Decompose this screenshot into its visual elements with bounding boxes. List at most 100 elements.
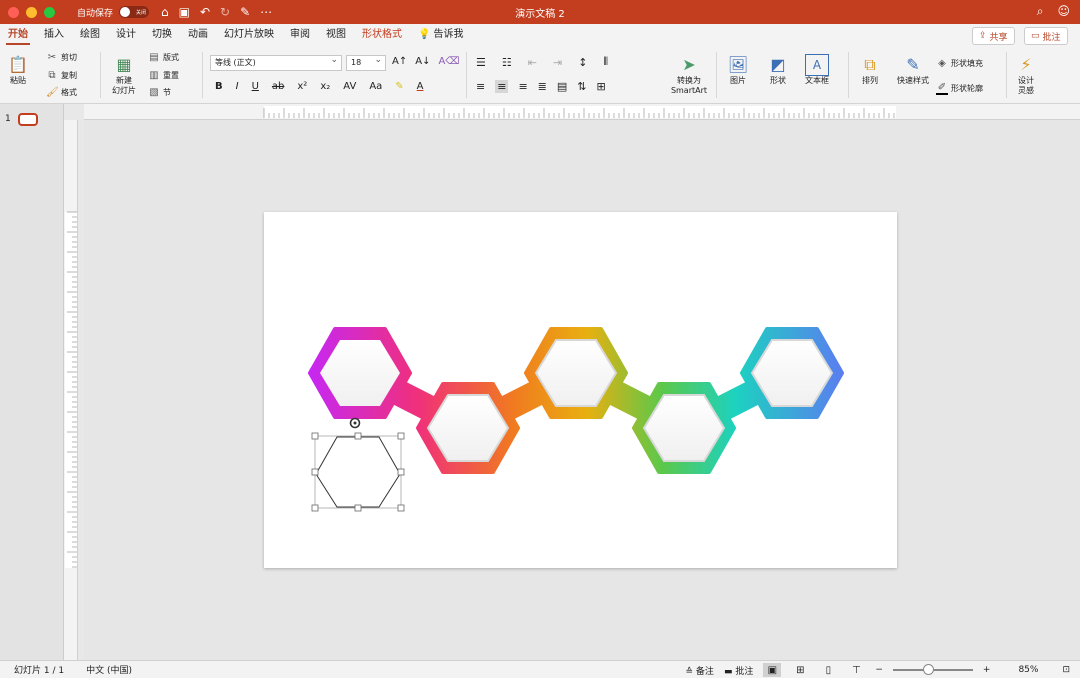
textbox-button[interactable]: A 文本框 — [805, 54, 829, 86]
shrink-font-icon[interactable]: A↓ — [415, 56, 430, 67]
tab-design[interactable]: 设计 — [108, 24, 144, 46]
reading-view-button[interactable]: ▯ — [819, 663, 837, 677]
columns-icon[interactable]: ⫴ — [603, 55, 608, 69]
tab-home[interactable]: 开始 — [0, 24, 36, 46]
reset-label: 重置 — [163, 71, 179, 80]
format-painter-button[interactable]: 🖌 格式 — [46, 87, 77, 98]
share-icon: ⇪ — [979, 31, 987, 41]
slide-number: 1 — [5, 114, 11, 124]
decrease-indent-icon[interactable]: ⇤ — [528, 56, 537, 69]
home-icon[interactable]: ⌂ — [161, 5, 169, 19]
slideshow-button[interactable]: ⊤ — [847, 663, 865, 677]
status-bar: 幻灯片 1 / 1 中文 (中国) ≙ 备注 ▬ 批注 ▣ ⊞ ▯ ⊤ − + … — [0, 660, 1080, 678]
notes-button[interactable]: ≙ 备注 — [686, 664, 714, 677]
char-spacing-icon[interactable]: AV — [343, 81, 356, 92]
slide-sorter-button[interactable]: ⊞ — [791, 663, 809, 677]
pen-icon: ✐ — [936, 82, 948, 95]
autosave-toggle[interactable]: 关闭 — [119, 6, 150, 18]
text-direction-icon[interactable]: ⇅ — [577, 80, 586, 93]
align-right-icon[interactable]: ≡ — [518, 80, 527, 93]
tab-shape-format[interactable]: 形状格式 — [354, 24, 410, 46]
font-name-select[interactable]: 等线 (正文) — [210, 53, 342, 71]
ribbon: 📋 粘贴 ✂ 剪切 ⧉ 复制 🖌 格式 ▦ 新建 幻灯片 ▤ 版式 ▥ 重置 ▧ 节 等线 … — [0, 46, 1080, 104]
slide-count: 幻灯片 1 / 1 — [14, 666, 65, 676]
reset-button[interactable]: ▥ 重置 — [148, 70, 179, 81]
underline-icon[interactable]: U — [252, 81, 259, 92]
strikethrough-icon[interactable]: ab — [272, 81, 284, 92]
search-icon[interactable]: ⌕ — [1037, 4, 1044, 19]
redo-icon[interactable]: ↻ — [220, 5, 230, 19]
tab-animations[interactable]: 动画 — [180, 24, 216, 46]
distributed-icon[interactable]: ▤ — [557, 80, 567, 93]
slide-thumbnail-panel: 1 — [0, 104, 64, 660]
share-label: 共享 — [989, 32, 1008, 43]
zoom-in-button[interactable]: + — [983, 665, 991, 675]
shape-fill-button[interactable]: ◈ 形状填充 — [936, 58, 983, 69]
tab-insert[interactable]: 插入 — [36, 24, 72, 46]
fit-to-window-icon[interactable]: ⊡ — [1062, 665, 1070, 675]
maximize-window-button[interactable] — [44, 6, 55, 18]
zoom-level[interactable]: 85% — [1018, 665, 1038, 675]
slide[interactable] — [264, 212, 897, 568]
section-button[interactable]: ▧ 节 — [148, 87, 171, 98]
tab-draw[interactable]: 绘图 — [72, 24, 108, 46]
convert-smartart-label: 转换为 SmartArt — [670, 76, 708, 95]
tell-me[interactable]: 💡 告诉我 — [410, 24, 471, 46]
copy-button[interactable]: ⧉ 复制 — [46, 70, 77, 81]
picture-button[interactable]: 🖼 图片 — [726, 54, 750, 86]
cut-label: 剪切 — [61, 53, 77, 62]
layout-button[interactable]: ▤ 版式 — [148, 52, 179, 63]
tab-transitions[interactable]: 切换 — [144, 24, 180, 46]
align-left-icon[interactable]: ≡ — [476, 80, 485, 93]
undo-icon[interactable]: ↶ — [200, 5, 210, 19]
print-icon[interactable]: ✎ — [240, 5, 250, 19]
align-center-icon[interactable]: ≡ — [495, 80, 509, 93]
clear-format-icon[interactable]: A⌫ — [438, 56, 459, 67]
justify-icon[interactable]: ≣ — [538, 80, 547, 93]
zoom-slider-thumb[interactable] — [922, 664, 934, 675]
share-button[interactable]: ⇪ 共享 — [972, 27, 1015, 45]
selected-hexagon-shape[interactable] — [311, 417, 405, 512]
bold-icon[interactable]: B — [215, 81, 223, 92]
arrange-button[interactable]: ⧉ 排列 — [858, 54, 882, 86]
shape-outline-button[interactable]: ✐ 形状轮廓 — [936, 82, 983, 95]
align-text-icon[interactable]: ⊞ — [597, 80, 606, 93]
close-window-button[interactable] — [8, 6, 19, 18]
italic-icon[interactable]: I — [236, 81, 239, 92]
account-icon[interactable]: ☺ — [1057, 4, 1070, 19]
minimize-window-button[interactable] — [26, 6, 37, 18]
new-slide-button[interactable]: ▦ 新建 幻灯片 — [108, 54, 140, 96]
comments-button[interactable]: ▭ 批注 — [1024, 27, 1068, 45]
line-spacing-icon[interactable]: ↕ — [578, 56, 587, 69]
slide-thumbnail[interactable] — [18, 113, 38, 126]
convert-smartart-button[interactable]: ➤ 转换为 SmartArt — [668, 54, 710, 96]
design-ideas-button[interactable]: ⚡ 设计 灵感 — [1014, 54, 1038, 96]
language-indicator[interactable]: 中文 (中国) — [86, 663, 132, 676]
font-size-select[interactable]: 18 — [346, 53, 386, 71]
highlight-icon[interactable]: ✎ — [395, 81, 403, 92]
cut-button[interactable]: ✂ 剪切 — [46, 52, 77, 63]
paste-button[interactable]: 📋 粘贴 — [6, 54, 30, 86]
tab-slideshow[interactable]: 幻灯片放映 — [216, 24, 282, 46]
save-icon[interactable]: ▣ — [179, 5, 190, 19]
comments-status-button[interactable]: ▬ 批注 — [724, 664, 753, 677]
bullets-icon[interactable]: ☰ — [476, 56, 486, 69]
hexagon-chain-graphic[interactable] — [264, 212, 897, 568]
zoom-out-button[interactable]: − — [875, 665, 883, 675]
font-color-icon[interactable]: A — [417, 81, 424, 92]
zoom-slider[interactable] — [892, 664, 973, 675]
superscript-icon[interactable]: x² — [297, 81, 307, 92]
rotate-handle-icon[interactable] — [349, 417, 361, 429]
subscript-icon[interactable]: x₂ — [320, 81, 330, 92]
tab-review[interactable]: 审阅 — [282, 24, 318, 46]
increase-indent-icon[interactable]: ⇥ — [553, 56, 562, 69]
more-icon[interactable]: ⋯ — [260, 5, 272, 19]
numbering-icon[interactable]: ☷ — [502, 56, 512, 69]
tab-view[interactable]: 视图 — [318, 24, 354, 46]
notes-icon: ≙ — [685, 666, 694, 677]
grow-font-icon[interactable]: A↑ — [392, 56, 407, 67]
shapes-button[interactable]: ◩ 形状 — [766, 54, 790, 86]
quick-styles-button[interactable]: ✎ 快速样式 — [896, 54, 930, 86]
change-case-icon[interactable]: Aa — [369, 81, 382, 92]
normal-view-button[interactable]: ▣ — [763, 663, 782, 677]
